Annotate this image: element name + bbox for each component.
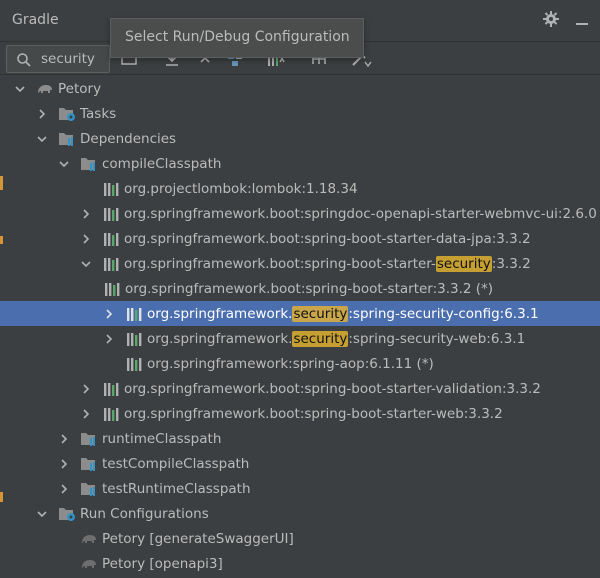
tree-item-run-config[interactable]: Petory [generateSwaggerUI] [0, 526, 600, 551]
tree-item-dependency[interactable]: org.springframework.boot:spring-boot-sta… [0, 251, 600, 276]
tree-item-label: Petory [58, 80, 102, 97]
library-icon [104, 257, 119, 271]
tree-item-label: org.springframework.boot:spring-boot-sta… [124, 255, 531, 272]
tree-item-dependency[interactable]: org.springframework.boot:spring-boot-sta… [0, 276, 600, 301]
tree-item-label: org.springframework.boot:spring-boot-sta… [125, 280, 494, 297]
tree-item-label: org.springframework.boot:spring-boot-sta… [124, 405, 503, 422]
tree-item-label: runtimeClasspath [102, 430, 222, 447]
search-input[interactable] [41, 50, 107, 68]
library-icon [127, 307, 142, 321]
chevron-right-icon[interactable] [80, 233, 92, 245]
tree-item-dependencies[interactable]: Dependencies [0, 126, 600, 151]
chevron-down-icon[interactable] [14, 83, 26, 95]
tree-item-dependency[interactable]: org.springframework.boot:spring-boot-sta… [0, 376, 600, 401]
tree-item-test-compile-classpath[interactable]: testCompileClasspath [0, 451, 600, 476]
tooltip: Select Run/Debug Configuration [110, 18, 364, 58]
chevron-down-icon[interactable] [36, 133, 48, 145]
tree-item-dependency[interactable]: org.springframework:spring-aop:6.1.11 (*… [0, 351, 600, 376]
tree-item-compile-classpath[interactable]: compileClasspath [0, 151, 600, 176]
chevron-right-icon[interactable] [103, 308, 115, 320]
classpath-folder-icon [81, 432, 95, 446]
search-field[interactable] [6, 45, 110, 73]
tree-item-label: org.springframework.boot:spring-boot-sta… [124, 230, 531, 247]
label-suffix: :spring-security-config:6.3.1 [348, 305, 539, 322]
library-icon [104, 207, 119, 221]
gradle-elephant-icon [38, 84, 52, 93]
library-icon [104, 382, 119, 396]
chevron-right-icon[interactable] [80, 383, 92, 395]
tree-item-label: Petory [generateSwaggerUI] [102, 530, 294, 547]
chevron-right-icon[interactable] [58, 483, 70, 495]
panel-title: Gradle [12, 12, 59, 28]
classpath-folder-icon [81, 457, 95, 471]
label-suffix: :spring-security-web:6.3.1 [348, 330, 526, 347]
chevron-right-icon[interactable] [36, 108, 48, 120]
tree-item-label: org.springframework:spring-aop:6.1.11 (*… [147, 355, 434, 372]
tree-item-label: testRuntimeClasspath [102, 480, 251, 497]
search-highlight: security [292, 305, 349, 322]
tree-item-test-runtime-classpath[interactable]: testRuntimeClasspath [0, 476, 600, 501]
classpath-folder-icon [81, 157, 95, 171]
tree-item-runtime-classpath[interactable]: runtimeClasspath [0, 426, 600, 451]
label-prefix: org.springframework. [147, 330, 293, 347]
library-icon [104, 232, 119, 246]
tree-item-label: Run Configurations [80, 505, 209, 522]
library-icon [127, 357, 142, 371]
run-configurations-folder-icon [59, 507, 75, 521]
gear-icon[interactable] [542, 10, 560, 28]
tree-item-label: org.springframework.boot:springdoc-opena… [124, 205, 597, 222]
tree-item-label: org.springframework.security:spring-secu… [147, 330, 526, 347]
search-highlight: security [292, 330, 349, 347]
chevron-right-icon[interactable] [80, 408, 92, 420]
minimize-icon[interactable] [574, 11, 590, 27]
library-icon [104, 182, 119, 196]
tree-item-dependency[interactable]: org.springframework.boot:spring-boot-sta… [0, 226, 600, 251]
label-suffix: :3.3.2 [491, 255, 531, 272]
classpath-folder-icon [81, 482, 95, 496]
search-icon [16, 52, 32, 72]
tree-item-label: Dependencies [80, 130, 177, 147]
tree-item-dependency[interactable]: org.springframework.boot:spring-boot-sta… [0, 401, 600, 426]
tasks-folder-icon [59, 107, 75, 121]
label-prefix: org.springframework. [147, 305, 293, 322]
tree-item-label: org.springframework.security:spring-secu… [147, 305, 539, 322]
chevron-down-icon[interactable] [36, 508, 48, 520]
search-highlight: security [435, 255, 492, 272]
tree-item-label: org.springframework.boot:spring-boot-sta… [124, 380, 541, 397]
tree-item-label: testCompileClasspath [102, 455, 250, 472]
tree-item-tasks[interactable]: Tasks [0, 101, 600, 126]
tree-item-label: org.projectlombok:lombok:1.18.34 [124, 180, 358, 197]
chevron-right-icon[interactable] [58, 458, 70, 470]
gradle-elephant-icon [82, 534, 96, 543]
chevron-down-icon[interactable] [80, 258, 92, 270]
tree-item-label: Tasks [80, 105, 117, 122]
tree-item-root[interactable]: Petory [0, 76, 600, 101]
tree-item-label: compileClasspath [102, 155, 222, 172]
library-icon [104, 407, 119, 421]
gradle-tree: Petory Tasks Dependencies compileClasspa… [0, 76, 600, 576]
tree-item-run-configurations[interactable]: Run Configurations [0, 501, 600, 526]
gradle-elephant-icon [82, 559, 96, 568]
tree-item-run-config[interactable]: Petory [openapi3] [0, 551, 600, 576]
chevron-down-icon[interactable] [58, 158, 70, 170]
tree-item-dependency[interactable]: org.springframework.security:spring-secu… [0, 326, 600, 351]
library-icon [105, 282, 120, 296]
tree-item-label: Petory [openapi3] [102, 555, 223, 572]
label-prefix: org.springframework.boot:spring-boot-sta… [124, 255, 436, 272]
chevron-right-icon[interactable] [58, 433, 70, 445]
dependencies-folder-icon [59, 132, 73, 146]
tree-item-dependency[interactable]: org.springframework.boot:springdoc-opena… [0, 201, 600, 226]
library-icon [127, 332, 142, 346]
tree-item-dependency-selected[interactable]: org.springframework.security:spring-secu… [0, 301, 600, 326]
chevron-right-icon[interactable] [103, 333, 115, 345]
tree-item-dependency[interactable]: org.projectlombok:lombok:1.18.34 [0, 176, 600, 201]
chevron-right-icon[interactable] [80, 208, 92, 220]
